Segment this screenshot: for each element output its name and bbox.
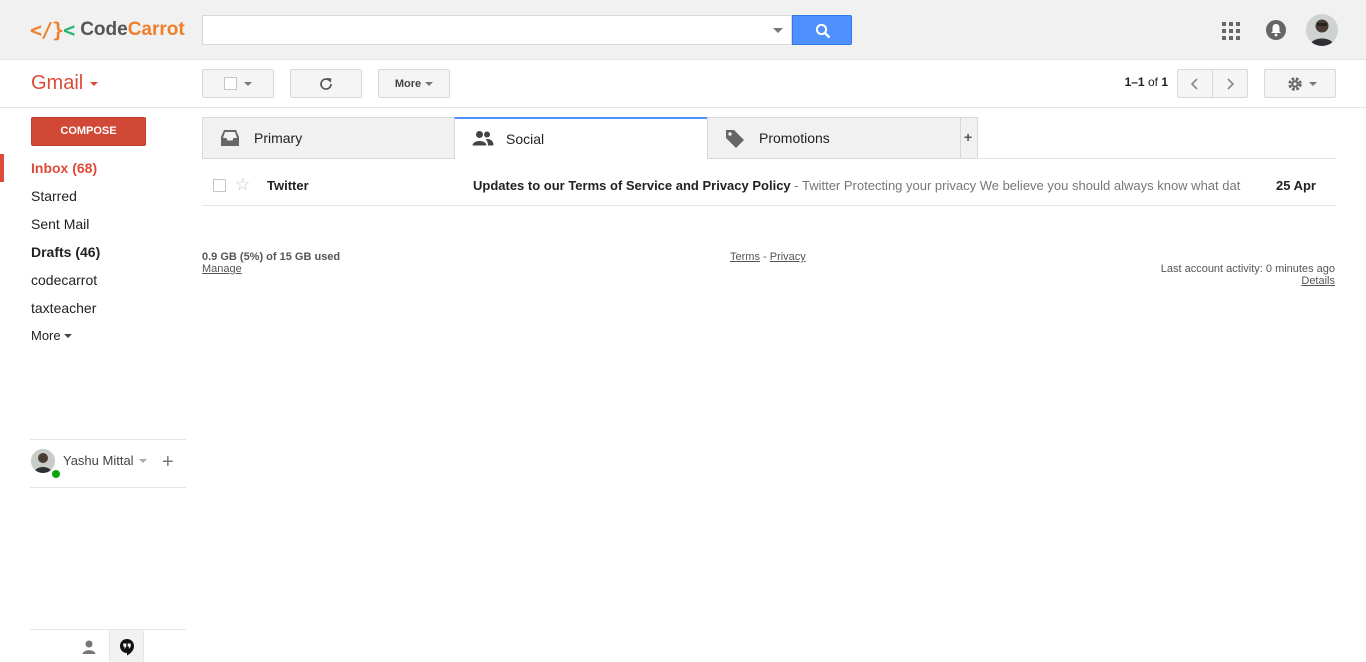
chevron-right-icon: [1227, 78, 1235, 90]
message-snippet: - Twitter Protecting your privacy We bel…: [790, 178, 1241, 193]
hangouts-user-name: Yashu Mittal: [63, 453, 134, 468]
chevron-down-icon: [425, 81, 434, 86]
sidebar-item-sent-mail[interactable]: Sent Mail: [0, 210, 186, 238]
hangouts-user-menu[interactable]: Yashu Mittal: [63, 453, 147, 468]
search-box: [202, 15, 792, 45]
message-subject: Updates to our Terms of Service and Priv…: [473, 178, 791, 193]
chevron-down-icon: [1309, 82, 1317, 86]
new-conversation-button[interactable]: +: [162, 452, 174, 472]
pagination-info: 1–1 of 1: [1124, 75, 1168, 89]
search-button[interactable]: [792, 15, 852, 45]
tab-promotions-label: Promotions: [759, 130, 830, 146]
divider: [30, 487, 186, 488]
hangouts-tab[interactable]: [109, 630, 144, 662]
older-button[interactable]: [1212, 69, 1248, 98]
logo-mark: </}<: [30, 18, 75, 42]
storage-usage: 0.9 GB (5%) of 15 GB used: [202, 251, 341, 263]
tab-promotions[interactable]: Promotions: [707, 117, 961, 159]
terms-link[interactable]: Terms: [730, 251, 760, 263]
chevron-down-icon: [244, 82, 252, 86]
logo-text: CodeCarrot: [80, 19, 185, 40]
sidebar-item-starred[interactable]: Starred: [0, 182, 186, 210]
search-options-dropdown-icon[interactable]: [773, 28, 783, 33]
add-tab-button[interactable]: +: [960, 117, 978, 159]
last-account-activity: Last account activity: 0 minutes ago: [1160, 263, 1335, 275]
privacy-link[interactable]: Privacy: [770, 251, 806, 263]
tag-icon: [726, 130, 744, 148]
contacts-person-icon[interactable]: [80, 638, 98, 656]
apps-grid-icon[interactable]: [1222, 22, 1240, 40]
top-bar: </}< CodeCarrot: [0, 0, 1366, 60]
message-date: 25 Apr: [1276, 178, 1316, 193]
tab-primary[interactable]: Primary: [202, 117, 455, 159]
link-separator: -: [759, 251, 770, 263]
sidebar-item-codecarrot[interactable]: codecarrot: [0, 266, 186, 294]
search-icon: [815, 23, 831, 39]
more-actions-button[interactable]: More: [378, 69, 450, 98]
select-all-button[interactable]: [202, 69, 274, 98]
hangouts-quote-icon: [120, 639, 134, 656]
notifications-bell-icon[interactable]: [1266, 20, 1286, 40]
category-tabs: Primary Social Promotions +: [202, 117, 1336, 159]
gmail-label: Gmail: [31, 72, 84, 94]
settings-button[interactable]: [1264, 69, 1336, 98]
activity-details-link[interactable]: Details: [1301, 275, 1335, 287]
sidebar-item-inbox[interactable]: Inbox (68): [0, 154, 186, 182]
tab-social-label: Social: [506, 131, 545, 147]
compose-button[interactable]: COMPOSE: [31, 117, 146, 146]
gmail-app-switcher[interactable]: Gmail: [31, 72, 99, 95]
sidebar-item-taxteacher[interactable]: taxteacher: [0, 294, 186, 322]
people-icon: [472, 131, 494, 146]
newer-button[interactable]: [1177, 69, 1213, 98]
chevron-left-icon: [1190, 78, 1198, 90]
divider: [976, 158, 1336, 159]
gear-icon: [1288, 77, 1302, 91]
online-status-dot: [51, 469, 61, 479]
sidebar-more-label: More: [31, 328, 61, 343]
sidebar-nav: Inbox (68) Starred Sent Mail Drafts (46)…: [0, 154, 186, 350]
hangouts-avatar[interactable]: [31, 449, 55, 473]
footer-links: Terms - Privacy: [730, 251, 806, 263]
inbox-icon: [221, 130, 239, 146]
chevron-down-icon: [90, 81, 99, 86]
divider: [30, 439, 186, 440]
chevron-down-icon: [63, 334, 72, 338]
codecarrot-logo[interactable]: </}< CodeCarrot: [30, 18, 185, 42]
row-checkbox[interactable]: [213, 179, 226, 192]
search-input[interactable]: [203, 16, 763, 44]
sidebar-item-more[interactable]: More: [0, 322, 186, 350]
manage-storage-link[interactable]: Manage: [202, 263, 242, 275]
table-row[interactable]: ☆ Twitter Updates to our Terms of Servic…: [202, 166, 1336, 206]
account-avatar[interactable]: [1306, 14, 1338, 46]
sidebar-item-drafts[interactable]: Drafts (46): [0, 238, 186, 266]
refresh-icon: [320, 78, 332, 90]
select-checkbox[interactable]: [224, 77, 237, 90]
more-label: More: [394, 77, 422, 90]
tab-primary-label: Primary: [254, 130, 303, 146]
divider: [30, 629, 186, 630]
tab-social[interactable]: Social: [454, 117, 708, 159]
star-icon[interactable]: ☆: [235, 175, 250, 195]
divider: [0, 107, 1366, 108]
plus-icon: +: [964, 129, 973, 145]
message-sender: Twitter: [267, 178, 309, 193]
chevron-down-icon: [138, 458, 147, 463]
refresh-button[interactable]: [290, 69, 362, 98]
message-preview: Updates to our Terms of Service and Priv…: [473, 178, 1263, 193]
